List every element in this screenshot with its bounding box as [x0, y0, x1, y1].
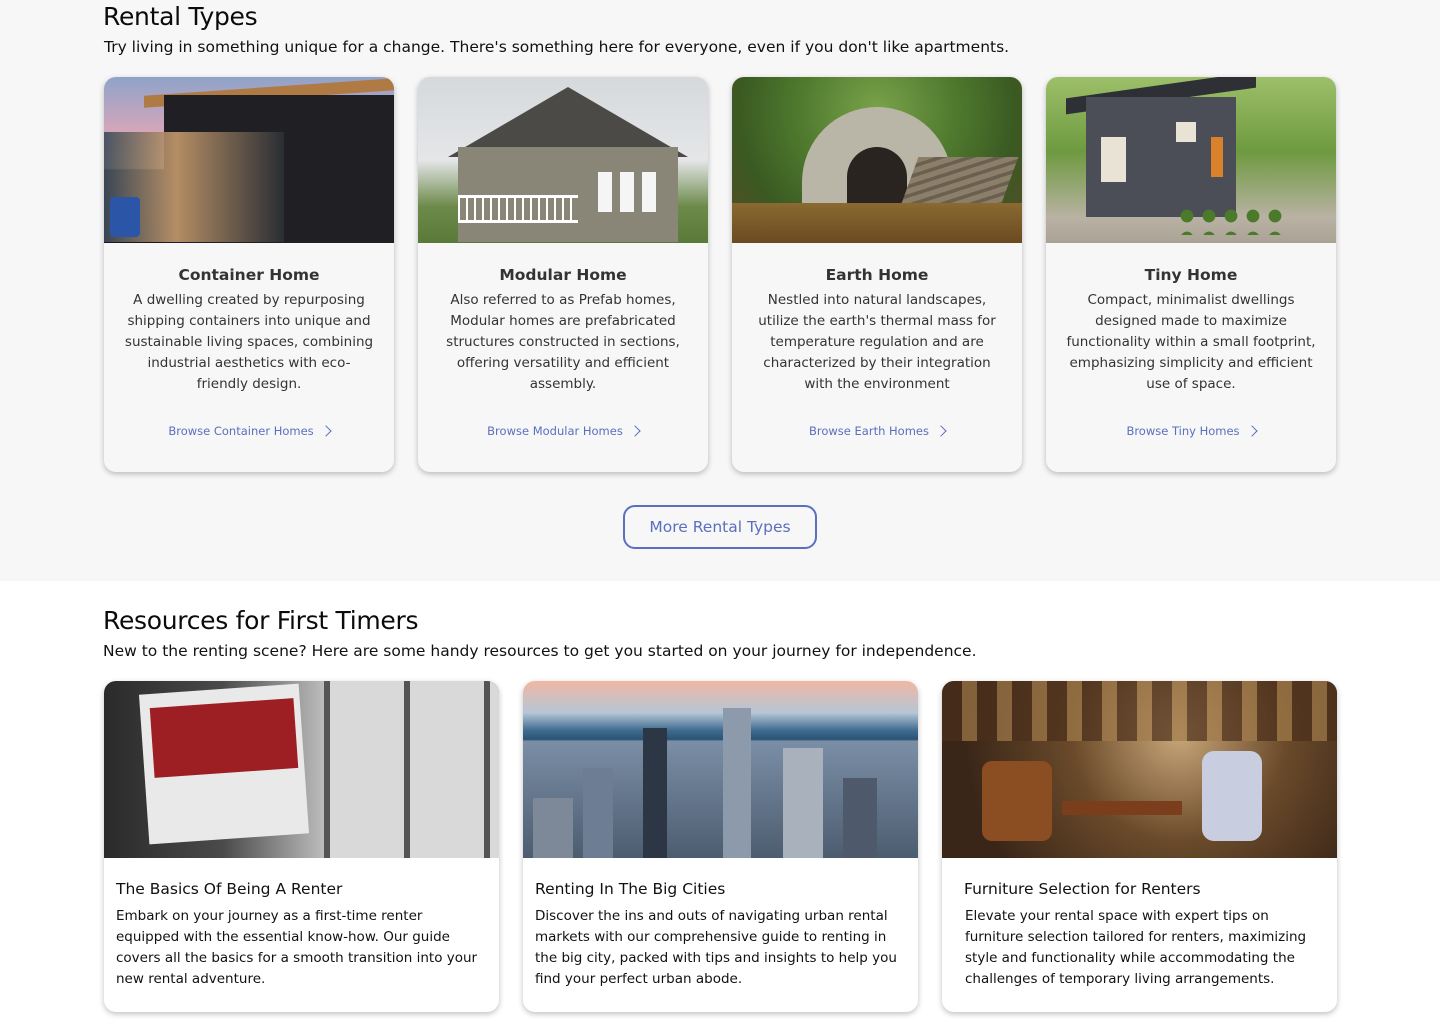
chevron-right-icon — [320, 425, 332, 437]
modular-home-image — [418, 77, 708, 243]
browse-link-label: Browse Container Homes — [168, 424, 314, 438]
resources-subtitle: New to the renting scene? Here are some … — [103, 642, 977, 660]
furniture-store-image — [942, 681, 1337, 858]
rental-card-description: Also referred to as Prefab homes, Modula… — [446, 292, 680, 392]
resource-card-title: Renting In The Big Cities — [535, 880, 726, 898]
rental-cards-row: Container Home A dwelling created by rep… — [104, 77, 1336, 472]
rental-types-heading: Rental Types — [103, 2, 258, 31]
earth-home-image — [732, 77, 1022, 243]
for-rent-sign-image — [104, 681, 499, 858]
rental-card-title: Tiny Home — [1144, 266, 1238, 284]
tiny-home-image — [1046, 77, 1336, 243]
browse-link-label: Browse Modular Homes — [487, 424, 623, 438]
resource-card-title: Furniture Selection for Renters — [964, 880, 1201, 898]
rental-card-description: A dwelling created by repurposing shippi… — [124, 292, 374, 392]
resource-card-basics[interactable]: The Basics Of Being A Renter Embark on y… — [104, 681, 499, 1012]
rental-types-subtitle: Try living in something unique for a cha… — [104, 38, 1010, 56]
rental-card-modular-home[interactable]: Modular Home Also referred to as Prefab … — [418, 77, 708, 472]
browse-tiny-homes-link[interactable]: Browse Tiny Homes — [1046, 424, 1336, 438]
resource-card-big-cities[interactable]: Renting In The Big Cities Discover the i… — [523, 681, 918, 1012]
resource-card-title: The Basics Of Being A Renter — [116, 880, 343, 898]
chevron-right-icon — [1245, 425, 1258, 437]
city-skyline-image — [523, 681, 918, 858]
more-rental-types-button[interactable]: More Rental Types — [623, 505, 817, 549]
resource-card-description: Discover the ins and outs of navigating … — [535, 908, 897, 987]
resource-cards-row: The Basics Of Being A Renter Embark on y… — [104, 681, 1337, 1012]
rental-card-title: Container Home — [178, 266, 320, 284]
rental-card-tiny-home[interactable]: Tiny Home Compact, minimalist dwellings … — [1046, 77, 1336, 472]
container-home-image — [104, 77, 394, 243]
resources-heading: Resources for First Timers — [103, 606, 419, 635]
resource-card-description: Elevate your rental space with expert ti… — [965, 908, 1307, 987]
rental-card-title: Earth Home — [825, 266, 929, 284]
rental-card-container-home[interactable]: Container Home A dwelling created by rep… — [104, 77, 394, 472]
browse-link-label: Browse Tiny Homes — [1126, 424, 1240, 438]
browse-link-label: Browse Earth Homes — [809, 424, 929, 438]
rental-card-description: Compact, minimalist dwellings designed m… — [1066, 292, 1316, 392]
chevron-right-icon — [629, 425, 641, 437]
resource-card-furniture[interactable]: Furniture Selection for Renters Elevate … — [942, 681, 1337, 1012]
browse-modular-homes-link[interactable]: Browse Modular Homes — [418, 424, 708, 438]
browse-container-homes-link[interactable]: Browse Container Homes — [104, 424, 394, 438]
browse-earth-homes-link[interactable]: Browse Earth Homes — [732, 424, 1022, 438]
rental-card-title: Modular Home — [499, 266, 627, 284]
resources-section: Resources for First Timers New to the re… — [0, 581, 1440, 1024]
rental-types-section: Rental Types Try living in something uni… — [0, 0, 1440, 581]
chevron-right-icon — [935, 425, 947, 437]
rental-card-description: Nestled into natural landscapes, utilize… — [758, 292, 996, 392]
resource-card-description: Embark on your journey as a first-time r… — [116, 908, 478, 987]
rental-card-earth-home[interactable]: Earth Home Nestled into natural landscap… — [732, 77, 1022, 472]
